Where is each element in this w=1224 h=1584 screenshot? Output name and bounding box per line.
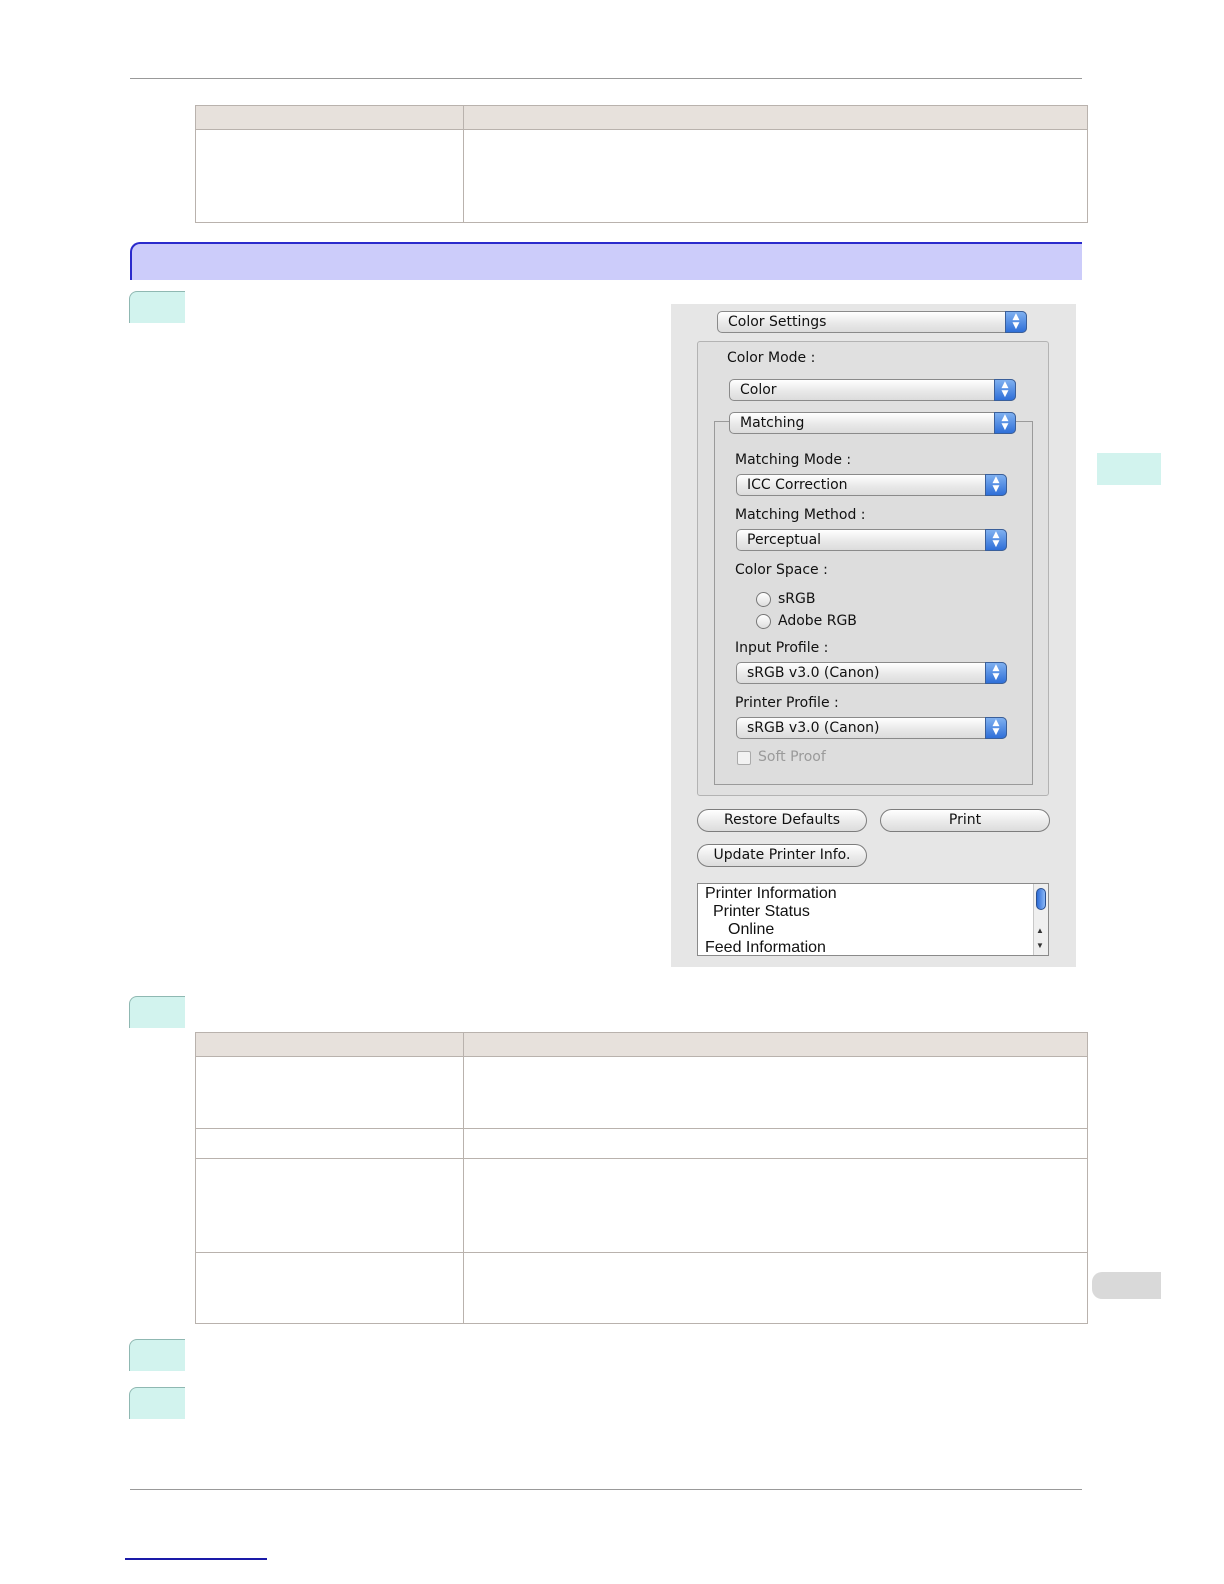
restore-defaults-button[interactable]: Restore Defaults xyxy=(697,809,867,832)
matching-method-popup[interactable]: Perceptual ▲ ▼ xyxy=(736,529,1007,551)
update-printer-info-button[interactable]: Update Printer Info. xyxy=(697,844,867,867)
srgb-radio[interactable] xyxy=(756,592,771,607)
matching-mode-popup[interactable]: ICC Correction ▲ ▼ xyxy=(736,474,1007,496)
panel-popup-label: Color Settings xyxy=(728,314,827,330)
color-settings-dialog: Color Settings ▲ ▼ Color Mode : Color ▲ ▼ … xyxy=(671,304,1076,967)
color-mode-popup[interactable]: Color ▲ ▼ xyxy=(729,379,1016,401)
adobe-rgb-radio[interactable] xyxy=(756,614,771,629)
matching-popup[interactable]: Matching ▲ ▼ xyxy=(729,412,1016,434)
list-item: Printer Information xyxy=(705,885,837,902)
side-chapter-tab xyxy=(1097,453,1161,485)
popup-arrows-icon: ▲ ▼ xyxy=(994,412,1016,434)
color-mode-label: Color Mode : xyxy=(727,350,816,366)
srgb-radio-label: sRGB xyxy=(778,591,816,607)
table-column-divider xyxy=(463,106,464,222)
soft-proof-checkbox[interactable] xyxy=(737,751,751,765)
popup-arrows-icon: ▲ ▼ xyxy=(994,379,1016,401)
popup-arrows-icon: ▲ ▼ xyxy=(985,662,1007,684)
section-heading-bar xyxy=(130,242,1082,280)
input-profile-popup[interactable]: sRGB v3.0 (Canon) ▲ ▼ xyxy=(736,662,1007,684)
popup-arrows-icon: ▲ ▼ xyxy=(1005,311,1027,333)
input-profile-label: Input Profile : xyxy=(735,640,829,656)
soft-proof-label: Soft Proof xyxy=(758,749,826,765)
list-scrollbar[interactable]: ▲ ▼ xyxy=(1033,884,1048,955)
list-item: Printer Status xyxy=(713,903,810,920)
table-row-divider xyxy=(196,1128,1087,1129)
matching-method-value: Perceptual xyxy=(747,532,822,548)
popup-arrows-icon: ▲ ▼ xyxy=(985,529,1007,551)
table-column-divider xyxy=(463,1033,464,1323)
matching-mode-value: ICC Correction xyxy=(747,477,848,493)
printer-profile-value: sRGB v3.0 (Canon) xyxy=(747,720,880,736)
footer-rule xyxy=(130,1489,1082,1490)
step-marker-2 xyxy=(129,996,185,1028)
table-header-row xyxy=(196,106,1087,130)
popup-arrows-icon: ▲ ▼ xyxy=(985,474,1007,496)
list-item: Online xyxy=(728,921,775,938)
side-index-tab xyxy=(1092,1272,1161,1299)
header-rule xyxy=(130,78,1082,79)
matching-popup-label: Matching xyxy=(740,415,805,431)
step-marker-3 xyxy=(129,1339,185,1371)
step-marker-4 xyxy=(129,1387,185,1419)
print-button[interactable]: Print xyxy=(880,809,1050,832)
scroll-down-arrow-icon[interactable]: ▼ xyxy=(1036,941,1044,950)
color-mode-value: Color xyxy=(740,382,777,398)
top-table xyxy=(195,105,1088,223)
scroll-up-arrow-icon[interactable]: ▲ xyxy=(1036,926,1044,935)
footer-link-underline xyxy=(125,1558,267,1560)
matching-mode-label: Matching Mode : xyxy=(735,452,852,468)
scrollbar-thumb[interactable] xyxy=(1036,888,1046,910)
matching-method-label: Matching Method : xyxy=(735,507,866,523)
table-header-row xyxy=(196,1033,1087,1057)
input-profile-value: sRGB v3.0 (Canon) xyxy=(747,665,880,681)
step-marker-1 xyxy=(129,291,185,323)
printer-profile-label: Printer Profile : xyxy=(735,695,839,711)
list-item: Feed Information xyxy=(705,939,826,956)
table-row-divider xyxy=(196,1252,1087,1253)
color-space-label: Color Space : xyxy=(735,562,828,578)
table-row-divider xyxy=(196,1158,1087,1159)
popup-arrows-icon: ▲ ▼ xyxy=(985,717,1007,739)
printer-profile-popup[interactable]: sRGB v3.0 (Canon) ▲ ▼ xyxy=(736,717,1007,739)
printer-info-list[interactable]: Printer Information Printer Status Onlin… xyxy=(697,883,1049,956)
adobe-rgb-radio-label: Adobe RGB xyxy=(778,613,857,629)
panel-popup[interactable]: Color Settings ▲ ▼ xyxy=(717,311,1027,333)
settings-table xyxy=(195,1032,1088,1324)
